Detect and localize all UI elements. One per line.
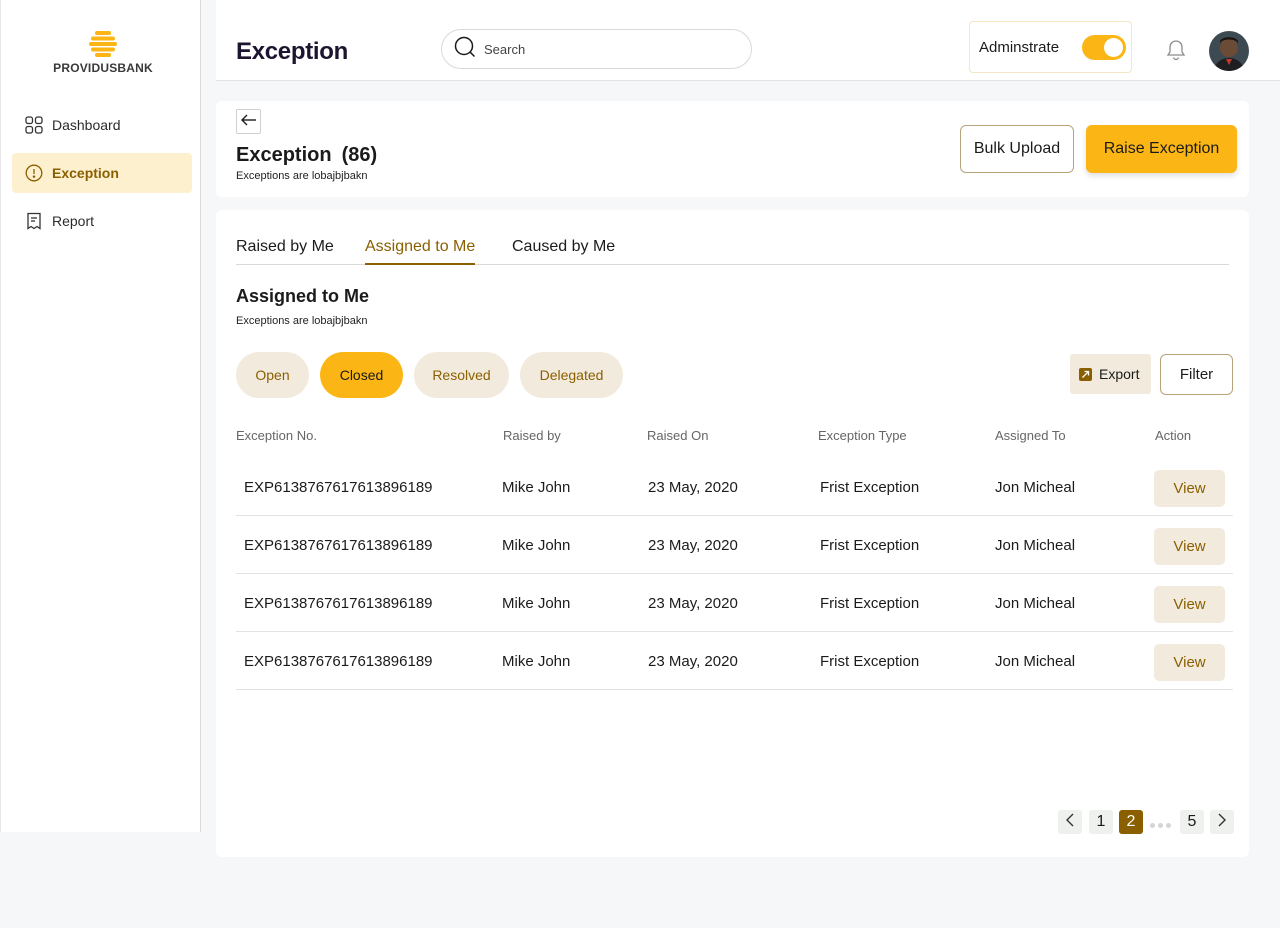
back-button[interactable] [236,109,261,134]
section-subtitle: Exceptions are lobajbjbakn [236,315,368,327]
status-delegated-pill[interactable]: Delegated [520,352,623,398]
admin-label: Adminstrate [979,38,1060,56]
search-input[interactable] [484,41,724,57]
cell-raised-on: 23 May, 2020 [648,537,738,554]
cell-raised-by: Mike John [502,479,571,496]
status-closed-pill[interactable]: Closed [320,352,403,398]
sidebar: PROVIDUSBANK Dashboard Exception Report [0,0,201,832]
alert-circle-icon [24,163,44,183]
pagination-ellipsis [1150,823,1171,828]
cell-exception-type: Frist Exception [820,537,920,554]
cell-exception-no: EXP6138767617613896189 [244,479,433,496]
toggle-knob [1104,38,1123,57]
tab-bar: Raised by Me Assigned to Me Caused by Me [236,236,1229,265]
view-button[interactable]: View [1154,644,1225,681]
brand-logo[interactable]: PROVIDUSBANK [53,31,153,75]
bell-icon[interactable] [1166,39,1186,61]
exception-list-card: Raised by Me Assigned to Me Caused by Me… [216,210,1249,857]
cell-exception-type: Frist Exception [820,479,920,496]
cell-assigned-to: Jon Micheal [995,479,1076,496]
view-button[interactable]: View [1154,586,1225,623]
admin-toggle[interactable] [1082,35,1126,60]
cell-raised-on: 23 May, 2020 [648,653,738,670]
column-header: Raised On [647,428,709,443]
admin-switch-box: Adminstrate [969,21,1132,73]
cell-raised-on: 23 May, 2020 [648,595,738,612]
avatar[interactable] [1209,31,1249,71]
brand-name: PROVIDUSBANK [53,61,153,75]
exceptions-table: Exception No. Raised by Raised On Except… [236,428,1233,690]
tab-caused-by-me[interactable]: Caused by Me [512,238,615,263]
section-title: Assigned to Me [236,286,370,306]
filter-button[interactable]: Filter [1160,354,1233,395]
cell-raised-by: Mike John [502,595,571,612]
cell-exception-no: EXP6138767617613896189 [244,537,433,554]
page-button[interactable]: 1 [1089,810,1113,834]
exception-subtitle: Exceptions are lobajbjbakn [236,170,368,182]
view-button[interactable]: View [1154,528,1225,565]
bulk-upload-button[interactable]: Bulk Upload [960,125,1074,173]
exception-title: Exception [236,144,332,166]
export-label: Export [1099,366,1140,382]
column-header: Assigned To [995,428,1066,443]
cell-exception-no: EXP6138767617613896189 [244,595,433,612]
table-row[interactable]: EXP6138767617613896189 Mike John 23 May,… [236,458,1233,516]
exception-summary-card: Exception (86) Exceptions are lobajbjbakn… [216,101,1249,197]
chevron-left-icon [1066,813,1074,832]
page-title: Exception [236,38,348,65]
report-icon [24,211,44,231]
column-header: Action [1155,428,1192,443]
view-button[interactable]: View [1154,470,1225,507]
table-header: Exception No. Raised by Raised On Except… [236,428,1233,458]
providus-logo-icon [89,31,117,57]
search-icon [454,36,476,63]
page-button[interactable]: 5 [1180,810,1204,834]
sidebar-item-exception[interactable]: Exception [12,153,192,193]
sidebar-item-dashboard[interactable]: Dashboard [12,105,192,145]
cell-assigned-to: Jon Micheal [995,595,1076,612]
tab-raised-by-me[interactable]: Raised by Me [236,238,334,263]
exception-count: (86) [341,144,378,166]
cell-raised-by: Mike John [502,537,571,554]
top-header: Exception Adminstrate [216,0,1280,81]
raise-exception-button[interactable]: Raise Exception [1086,125,1237,173]
cell-assigned-to: Jon Micheal [995,537,1076,554]
next-page-button[interactable] [1210,810,1234,834]
cell-exception-type: Frist Exception [820,653,920,670]
column-header: Exception Type [818,428,907,443]
table-row[interactable]: EXP6138767617613896189 Mike John 23 May,… [236,632,1233,690]
table-row[interactable]: EXP6138767617613896189 Mike John 23 May,… [236,574,1233,632]
column-header: Raised by [503,428,561,443]
export-button[interactable]: Export [1070,354,1151,394]
export-icon [1079,367,1092,381]
cell-assigned-to: Jon Micheal [995,653,1076,670]
cell-exception-type: Frist Exception [820,595,920,612]
chevron-right-icon [1218,813,1226,832]
table-row[interactable]: EXP6138767617613896189 Mike John 23 May,… [236,516,1233,574]
prev-page-button[interactable] [1058,810,1082,834]
search-bar[interactable] [441,29,752,69]
grid-icon [24,115,44,135]
page-button-current[interactable]: 2 [1119,810,1143,834]
exception-heading: Exception (86) [236,144,377,167]
sidebar-item-label: Exception [52,165,119,181]
cell-raised-by: Mike John [502,653,571,670]
arrow-left-icon [240,113,257,131]
status-open-pill[interactable]: Open [236,352,309,398]
cell-raised-on: 23 May, 2020 [648,479,738,496]
sidebar-item-label: Dashboard [52,117,121,133]
cell-exception-no: EXP6138767617613896189 [244,653,433,670]
sidebar-item-label: Report [52,213,95,229]
column-header: Exception No. [236,428,317,443]
tab-assigned-to-me[interactable]: Assigned to Me [365,238,476,265]
sidebar-item-report[interactable]: Report [12,201,192,241]
status-resolved-pill[interactable]: Resolved [414,352,509,398]
